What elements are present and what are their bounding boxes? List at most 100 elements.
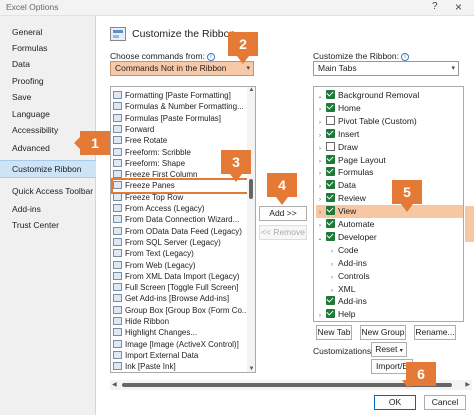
command-item[interactable]: From Web (Legacy) bbox=[113, 260, 196, 272]
scroll-down-icon[interactable]: ▼ bbox=[247, 366, 255, 372]
commands-scrollbar[interactable]: ▲ ▼ bbox=[247, 87, 255, 372]
help-button[interactable]: ? bbox=[432, 1, 438, 12]
commands-list[interactable]: Formatting [Paste Formatting] Formulas & … bbox=[110, 86, 256, 373]
remove-button[interactable]: << Remove bbox=[259, 225, 307, 240]
ok-button[interactable]: OK bbox=[374, 395, 416, 410]
scroll-right-icon[interactable]: ▶ bbox=[465, 380, 470, 390]
ribbon-tab-item[interactable]: › Draw bbox=[316, 141, 463, 154]
new-tab-button[interactable]: New Tab bbox=[316, 325, 352, 340]
category-general[interactable]: General bbox=[0, 24, 96, 40]
command-item[interactable]: Freeform: Shape bbox=[113, 158, 185, 170]
tab-checkbox[interactable] bbox=[326, 115, 335, 125]
command-item[interactable]: Ink [Paste Ink] bbox=[113, 361, 176, 372]
rename-button[interactable]: Rename... bbox=[414, 325, 456, 340]
category-save[interactable]: Save bbox=[0, 89, 96, 105]
tab-checkbox[interactable] bbox=[326, 309, 335, 319]
cancel-button[interactable]: Cancel bbox=[424, 395, 466, 410]
command-item[interactable]: Free Rotate bbox=[113, 135, 167, 147]
ribbon-tab-item[interactable]: › Page Layout bbox=[316, 154, 463, 167]
ribbon-tab-item[interactable]: › Home bbox=[316, 102, 463, 115]
ribbon-tab-item[interactable]: › Code bbox=[328, 244, 463, 257]
category-formulas[interactable]: Formulas bbox=[0, 40, 96, 56]
ribbon-tab-item[interactable]: › Insert bbox=[316, 128, 463, 141]
command-item[interactable]: From XML Data Import (Legacy) bbox=[113, 271, 239, 283]
tab-checkbox[interactable] bbox=[326, 128, 335, 138]
scroll-left-icon[interactable]: ◀ bbox=[112, 380, 117, 390]
command-item[interactable]: Freeform: Scribble bbox=[113, 147, 191, 159]
callout-pointer bbox=[230, 174, 242, 182]
command-item-selected[interactable]: Freeze Panes bbox=[111, 178, 250, 194]
command-item[interactable]: Freeze Top Row bbox=[113, 192, 183, 204]
ribbon-tab-item[interactable]: ⌄ Background Removal bbox=[316, 89, 463, 102]
ribbon-tabs-dropdown[interactable]: Main Tabs ▾ bbox=[313, 61, 459, 76]
ribbon-tab-item[interactable]: › Add-ins bbox=[328, 257, 463, 270]
ribbon-tab-item[interactable]: › Review bbox=[316, 192, 463, 205]
command-item[interactable]: Formatting [Paste Formatting] bbox=[113, 90, 231, 102]
tab-checkbox[interactable] bbox=[326, 90, 335, 99]
command-item[interactable]: From Access (Legacy) bbox=[113, 203, 205, 215]
command-icon bbox=[113, 260, 122, 269]
category-add-ins[interactable]: Add-ins bbox=[0, 201, 96, 217]
ribbon-tab-item[interactable]: › XML bbox=[328, 283, 463, 296]
ribbon-tab-item[interactable]: Add-ins bbox=[316, 295, 463, 308]
tab-checkbox[interactable] bbox=[326, 296, 335, 306]
scroll-up-icon[interactable]: ▲ bbox=[247, 87, 255, 93]
tab-label: Automate bbox=[338, 219, 375, 229]
tab-checkbox[interactable] bbox=[326, 102, 335, 112]
add-button[interactable]: Add >> bbox=[259, 206, 307, 221]
choose-commands-dropdown[interactable]: Commands Not in the Ribbon ▾ bbox=[110, 61, 254, 76]
ribbon-tab-item[interactable]: › Formulas bbox=[316, 166, 463, 179]
tab-checkbox[interactable] bbox=[326, 231, 335, 241]
command-item[interactable]: From Data Connection Wizard... bbox=[113, 214, 239, 226]
command-item[interactable]: From OData Data Feed (Legacy) bbox=[113, 226, 242, 238]
choose-commands-value: Commands Not in the Ribbon bbox=[115, 63, 227, 73]
tab-checkbox[interactable] bbox=[326, 219, 335, 228]
ribbon-tab-item[interactable]: › Automate bbox=[316, 218, 463, 231]
tab-checkbox[interactable] bbox=[326, 206, 335, 216]
command-item[interactable]: Full Screen [Toggle Full Screen] bbox=[113, 282, 238, 294]
tab-checkbox[interactable] bbox=[326, 154, 335, 164]
command-item[interactable]: Group Box [Group Box (Form Co... bbox=[113, 305, 249, 317]
move-buttons-edge[interactable] bbox=[465, 206, 474, 242]
tab-checkbox[interactable] bbox=[326, 193, 335, 203]
reset-button[interactable]: Reset ▾ bbox=[371, 342, 407, 357]
new-group-button[interactable]: New Group bbox=[360, 325, 406, 340]
category-proofing[interactable]: Proofing bbox=[0, 73, 96, 89]
command-item[interactable]: Image [Image (ActiveX Control)] bbox=[113, 339, 239, 351]
category-data[interactable]: Data bbox=[0, 56, 96, 72]
tab-checkbox[interactable] bbox=[326, 180, 335, 190]
close-button[interactable]: × bbox=[455, 0, 462, 14]
ribbon-tab-item[interactable]: › Pivot Table (Custom) bbox=[316, 115, 463, 128]
ribbon-icon bbox=[110, 27, 126, 41]
ribbon-tabs-tree[interactable]: ⌄ Background Removal › Home › Pivot Table (Cu… bbox=[313, 86, 464, 322]
command-item[interactable]: Get Add-ins [Browse Add-ins] bbox=[113, 293, 229, 305]
command-item[interactable]: Freeze First Column bbox=[113, 169, 197, 181]
chevron-down-icon[interactable]: ⌄ bbox=[316, 233, 324, 246]
command-item[interactable]: Formulas & Number Formatting... bbox=[113, 101, 244, 113]
ribbon-tab-item[interactable]: ⌄ Developer bbox=[316, 231, 463, 244]
chevron-right-icon[interactable]: › bbox=[316, 310, 324, 321]
command-item[interactable]: Forward bbox=[113, 124, 154, 136]
command-item[interactable]: From SQL Server (Legacy) bbox=[113, 237, 221, 249]
category-trust-center[interactable]: Trust Center bbox=[0, 217, 96, 233]
ribbon-tab-item[interactable]: › Help bbox=[316, 308, 463, 321]
callout-pointer bbox=[74, 137, 80, 149]
command-item[interactable]: Import External Data bbox=[113, 350, 198, 362]
command-item[interactable]: Hide Ribbon bbox=[113, 316, 169, 328]
category-language[interactable]: Language bbox=[0, 106, 96, 122]
command-label: Ink [Paste Ink] bbox=[125, 362, 176, 372]
scroll-thumb[interactable] bbox=[249, 179, 253, 199]
category-customize-ribbon[interactable]: Customize Ribbon bbox=[0, 160, 96, 178]
ribbon-tab-item[interactable]: › Controls bbox=[328, 270, 463, 283]
ribbon-tab-item[interactable]: › Data bbox=[316, 179, 463, 192]
command-item[interactable]: From Text (Legacy) bbox=[113, 248, 194, 260]
category-quick-access-toolbar[interactable]: Quick Access Toolbar bbox=[0, 183, 96, 199]
tab-label: Developer bbox=[338, 231, 377, 242]
command-icon bbox=[113, 113, 122, 122]
command-item[interactable]: Formulas [Paste Formulas] bbox=[113, 113, 221, 125]
ribbon-tab-item[interactable]: › View bbox=[316, 205, 463, 219]
tab-checkbox[interactable] bbox=[326, 141, 335, 151]
tab-checkbox[interactable] bbox=[326, 167, 335, 177]
command-icon bbox=[113, 192, 122, 201]
command-item[interactable]: Highlight Changes... bbox=[113, 327, 197, 339]
